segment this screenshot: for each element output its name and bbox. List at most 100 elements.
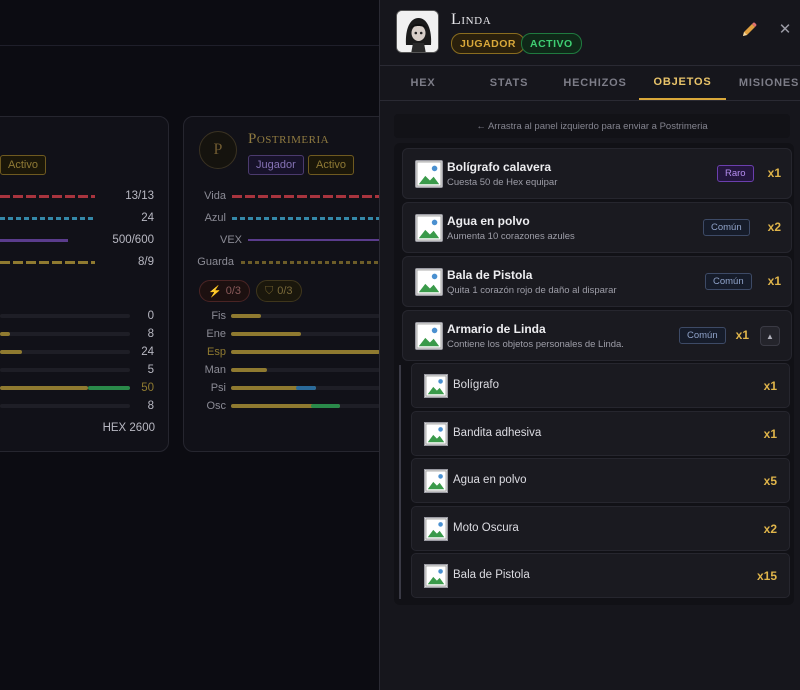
attr-track <box>231 350 380 354</box>
stat-label: VEX <box>219 234 242 246</box>
pencil-icon[interactable] <box>740 21 758 39</box>
tab-hechizos[interactable]: HECHIZOS <box>552 66 638 100</box>
item-image <box>424 421 448 446</box>
attr-fill <box>231 350 380 354</box>
attr-fill-secondary <box>311 404 340 408</box>
vex-bar <box>248 239 380 241</box>
sub-item-quantity: x1 <box>763 426 777 441</box>
character-name: Linda <box>451 11 492 28</box>
sub-item-quantity: x2 <box>763 521 777 536</box>
rarity-badge: Común <box>705 273 752 290</box>
attr-track <box>231 332 380 336</box>
tab-objetos[interactable]: OBJETOS <box>639 66 726 100</box>
attr-track <box>0 350 130 354</box>
item-description: Aumenta 10 corazones azules <box>447 231 575 242</box>
tab-stats[interactable]: STATS <box>466 66 552 100</box>
item-quantity: x2 <box>767 220 781 234</box>
rarity-badge: Común <box>703 219 750 236</box>
item-quantity: x1 <box>735 328 749 342</box>
item-description: Cuesta 50 de Hex equipar <box>447 177 558 188</box>
item-image <box>424 564 448 588</box>
panel-header: Linda JUGADOR ACTIVO ✕ <box>380 0 800 66</box>
stat-label: Vida <box>204 190 226 202</box>
sub-item-name: Agua en polvo <box>453 474 527 486</box>
attr-track <box>0 404 130 408</box>
vex-value: 500/600 <box>112 234 154 246</box>
attr-value: 8 <box>147 400 154 412</box>
item-name: Agua en polvo <box>447 214 530 228</box>
vex-bar <box>0 239 68 242</box>
sub-item[interactable]: Bala de Pistola x15 <box>411 553 790 598</box>
stat-label: Guarda <box>197 256 234 268</box>
sub-item-name: Bandita adhesiva <box>453 426 542 439</box>
attr-value: 24 <box>141 346 154 358</box>
sub-item-name: Bolígrafo <box>453 379 500 391</box>
sub-item-name: Moto Oscura <box>453 521 519 534</box>
item-quantity: x1 <box>767 166 781 180</box>
item-image <box>424 374 448 398</box>
attr-track <box>231 368 380 372</box>
attr-label: Fis <box>211 310 226 322</box>
attr-label: Esp <box>207 346 226 358</box>
attr-value: 5 <box>147 364 154 376</box>
inventory-item-expanded[interactable]: Armario de Linda Contiene los objetos pe… <box>402 310 792 361</box>
sub-item[interactable]: Bandita adhesiva x1 <box>411 410 790 456</box>
stat-label: Azul <box>204 212 226 224</box>
attr-track <box>231 404 380 408</box>
close-icon[interactable]: ✕ <box>777 21 793 39</box>
inventory-item[interactable]: Bala de Pistola Quita 1 corazón rojo de … <box>402 256 792 307</box>
sub-item[interactable]: Agua en polvo x5 <box>411 458 790 503</box>
sub-item-quantity: x15 <box>756 569 777 583</box>
rarity-badge: Raro <box>717 165 754 182</box>
item-name: Bala de Pistola <box>447 268 533 282</box>
attr-label: Ene <box>206 328 226 340</box>
attr-label: Man <box>204 364 226 376</box>
character-name: Postrimeria <box>248 131 330 147</box>
attr-track <box>231 386 380 390</box>
guarda-value: 8/9 <box>138 256 154 268</box>
sub-item-name: Bala de Pistola <box>453 569 530 581</box>
attr-value: 50 <box>141 382 154 394</box>
charge-pill[interactable]: ⛉ 0/3 <box>256 280 302 302</box>
attr-fill-secondary <box>296 386 316 390</box>
pill-value: 0/3 <box>225 285 241 297</box>
item-name: Bolígrafo calavera <box>447 160 552 174</box>
item-name: Armario de Linda <box>447 322 546 336</box>
azul-value: 24 <box>141 212 154 224</box>
item-quantity: x1 <box>767 274 781 288</box>
collapse-button[interactable]: ▲ <box>760 326 780 346</box>
inventory-item[interactable]: Agua en polvo Aumenta 10 corazones azule… <box>402 202 792 253</box>
divider <box>0 45 380 46</box>
status-badge: Activo <box>308 155 354 175</box>
item-image <box>424 469 448 493</box>
role-badge: Jugador <box>248 155 304 175</box>
item-description: Quita 1 corazón rojo de daño al disparar <box>447 285 617 296</box>
attr-track <box>0 332 130 336</box>
attr-track <box>0 368 130 372</box>
item-image <box>415 160 443 188</box>
status-badge: ACTIVO <box>521 33 582 54</box>
sub-item[interactable]: Moto Oscura x2 <box>411 505 790 551</box>
avatar <box>396 10 439 53</box>
vida-value: 13/13 <box>125 190 154 202</box>
tab-misiones[interactable]: MISIONES <box>726 66 800 100</box>
item-image <box>424 516 448 541</box>
attr-value: 8 <box>147 328 154 340</box>
item-image <box>415 322 443 350</box>
charge-pill[interactable]: ⚡ 0/3 <box>199 280 250 302</box>
hex-total: HEX 2600 <box>102 422 155 434</box>
attr-fill <box>231 332 301 336</box>
shield-icon: ⛉ <box>265 284 274 297</box>
status-badge: Activo <box>0 155 46 175</box>
sub-item[interactable]: Bolígrafo x1 <box>411 363 790 408</box>
inventory-item[interactable]: Bolígrafo calavera Cuesta 50 de Hex equi… <box>402 148 792 199</box>
attr-label: Psi <box>210 382 226 394</box>
tab-hex[interactable]: HEX <box>380 66 466 100</box>
attr-value: 0 <box>147 310 154 322</box>
role-badge: JUGADOR <box>451 33 526 54</box>
avatar: P <box>199 131 237 169</box>
azul-bar <box>0 217 95 220</box>
vida-bar <box>232 195 380 198</box>
rarity-badge: Común <box>679 327 726 344</box>
item-image <box>415 268 443 296</box>
